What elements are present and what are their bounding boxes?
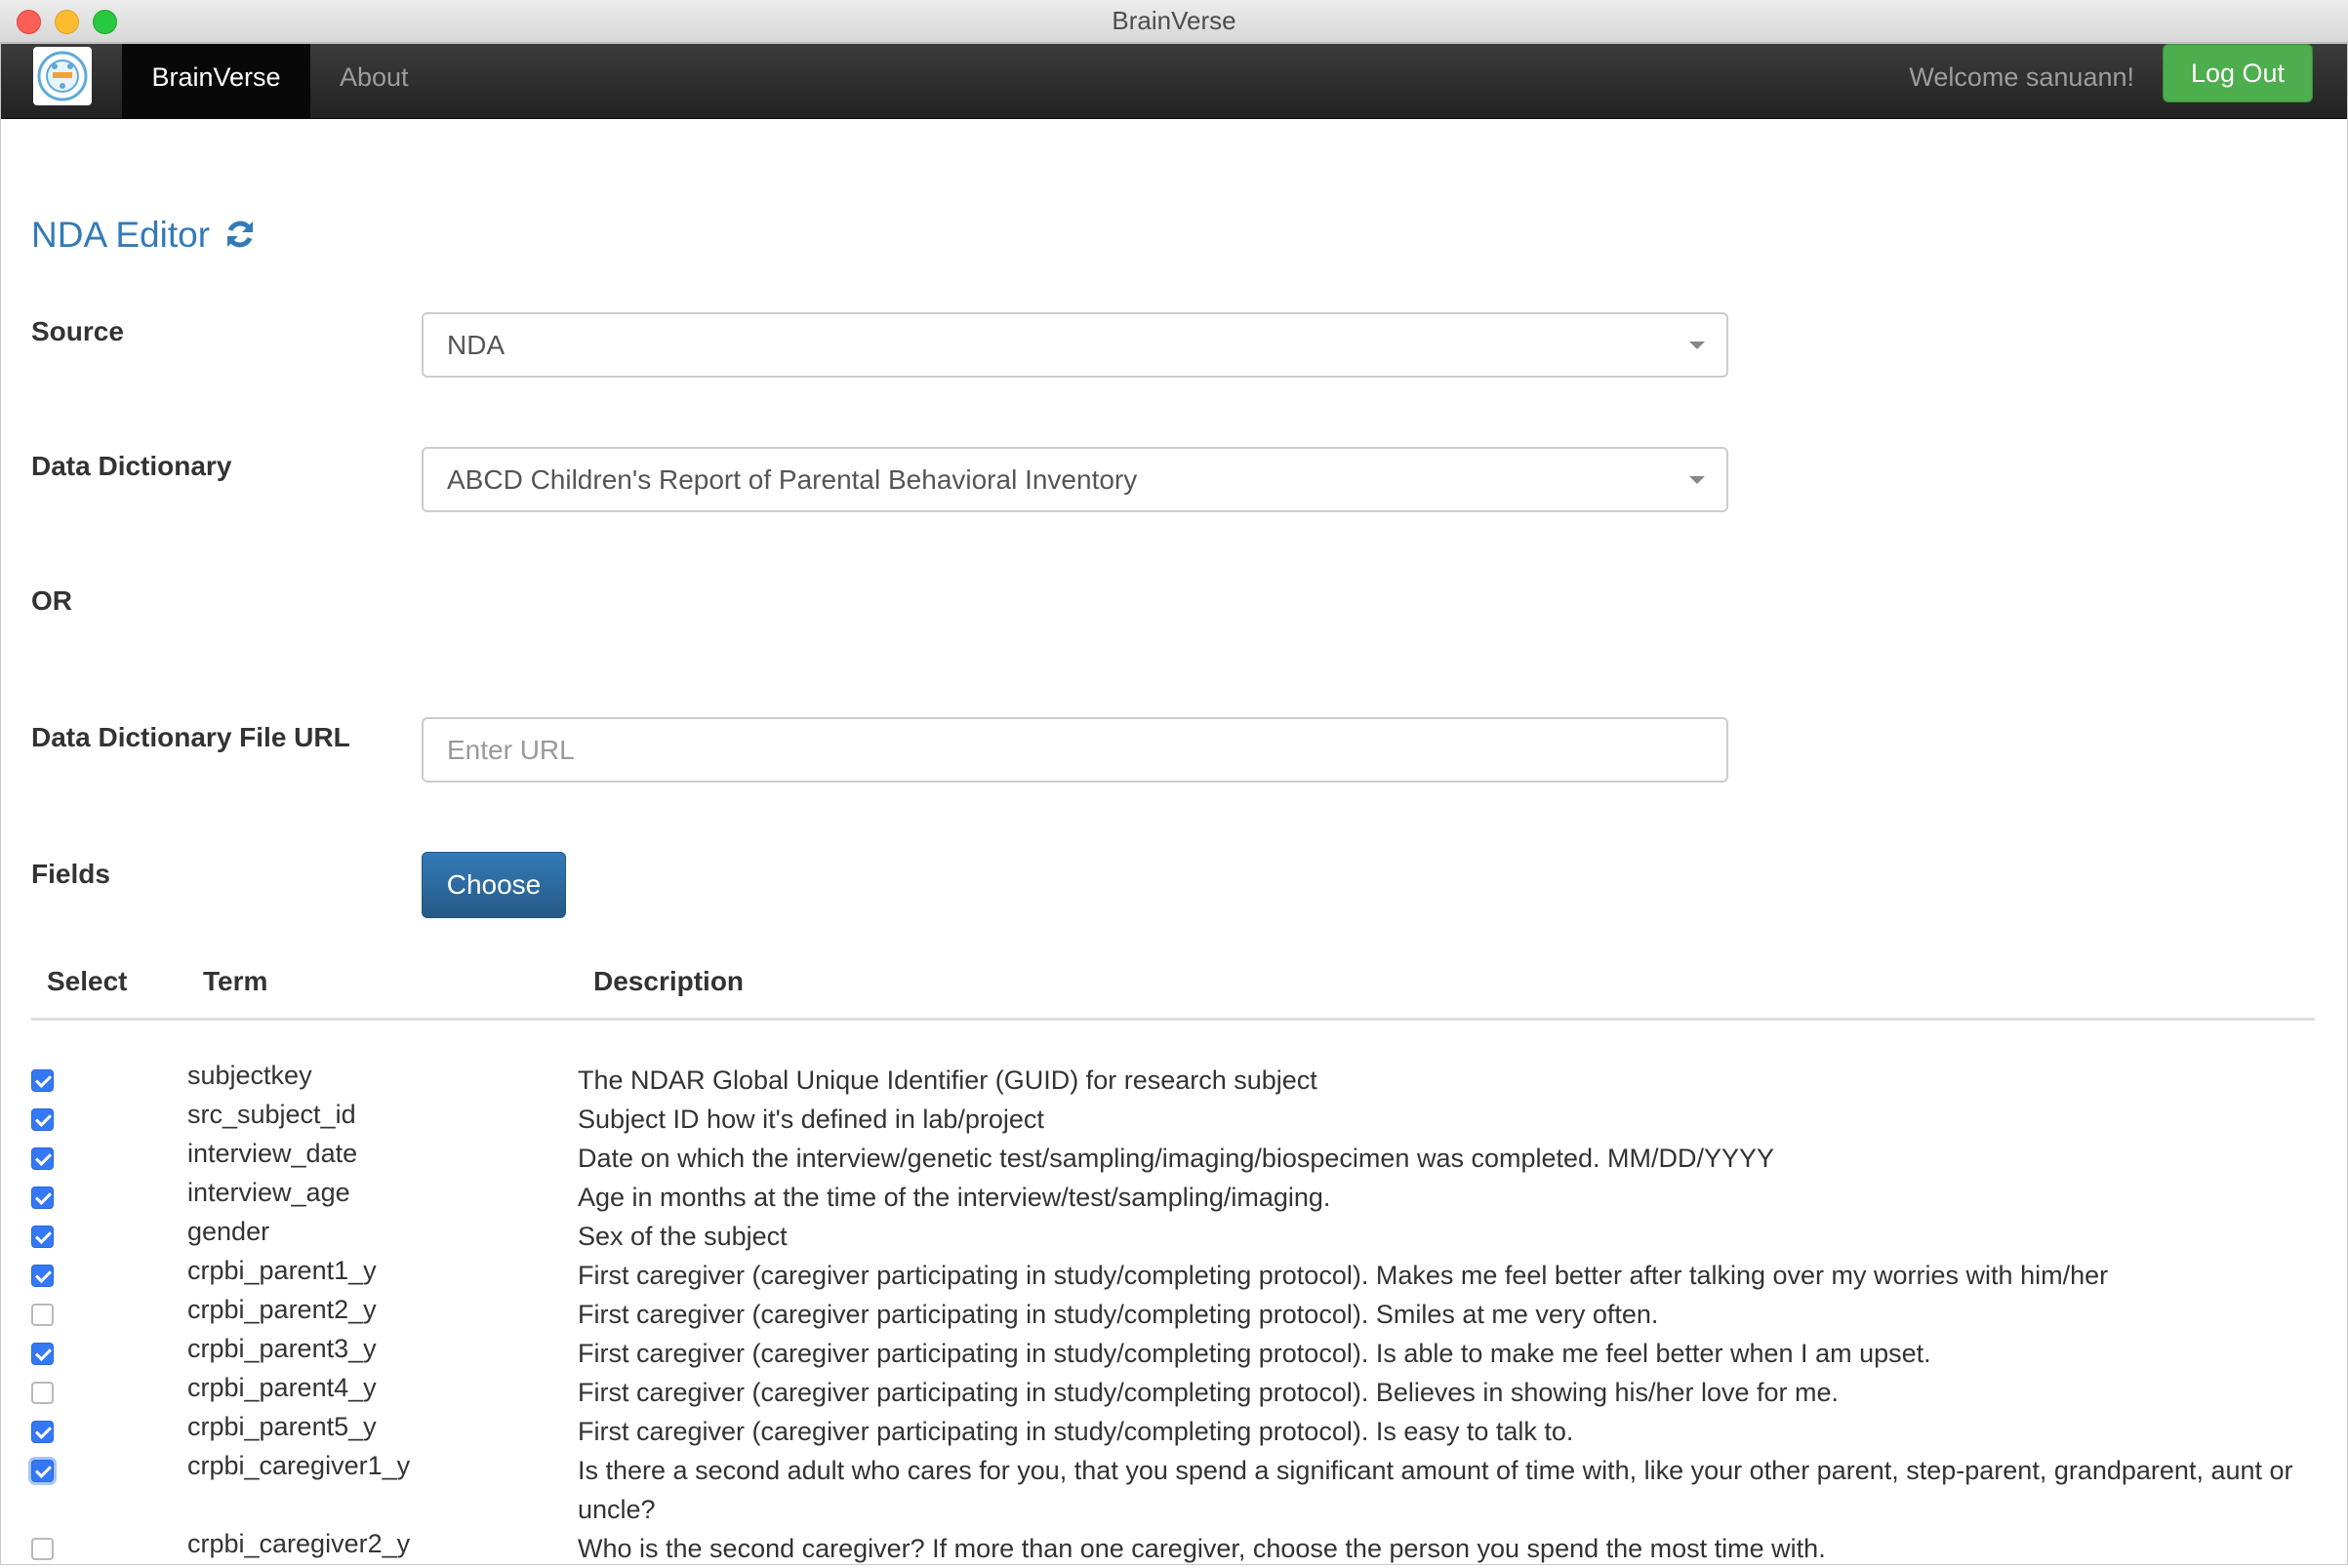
choose-fields-button[interactable]: Choose xyxy=(422,852,566,918)
row-description: Is there a second adult who cares for yo… xyxy=(578,1456,2293,1524)
welcome-text: Welcome sanuann! xyxy=(1909,62,2134,92)
row-select-checkbox[interactable] xyxy=(31,1069,54,1092)
row-select-checkbox[interactable] xyxy=(31,1226,54,1248)
row-term: crpbi_parent5_y xyxy=(187,1412,377,1441)
or-label: OR xyxy=(31,585,72,616)
row-select-checkbox[interactable] xyxy=(31,1147,54,1170)
row-term: crpbi_parent4_y xyxy=(187,1373,377,1402)
page-title: NDA Editor xyxy=(31,215,257,260)
row-description: First caregiver (caregiver participating… xyxy=(578,1339,1931,1368)
row-description: First caregiver (caregiver participating… xyxy=(578,1417,1574,1446)
top-navbar: BrainVerse About Welcome sanuann! Log Ou… xyxy=(0,43,2348,119)
data-dictionary-select-value: ABCD Children's Report of Parental Behav… xyxy=(447,464,1138,495)
row-term: crpbi_parent1_y xyxy=(187,1256,377,1285)
row-term: interview_age xyxy=(187,1178,350,1207)
fields-label: Fields xyxy=(31,859,110,889)
row-select-checkbox[interactable] xyxy=(31,1343,54,1365)
row-select-checkbox[interactable] xyxy=(31,1382,54,1404)
row-term: src_subject_id xyxy=(187,1100,356,1129)
column-header-description: Description xyxy=(593,966,745,996)
row-select-checkbox[interactable] xyxy=(31,1460,54,1482)
source-label: Source xyxy=(31,316,124,346)
row-select-checkbox[interactable] xyxy=(31,1108,54,1131)
column-header-term: Term xyxy=(203,966,268,996)
data-dictionary-label: Data Dictionary xyxy=(31,451,232,481)
row-description: Subject ID how it's defined in lab/proje… xyxy=(578,1105,1044,1134)
window-title: BrainVerse xyxy=(1112,6,1236,35)
data-dictionary-url-label: Data Dictionary File URL xyxy=(31,722,350,752)
row-description: Who is the second caregiver? If more tha… xyxy=(578,1534,1826,1563)
row-term: gender xyxy=(187,1217,270,1246)
table-header-divider xyxy=(31,1018,2315,1021)
logout-button[interactable]: Log Out xyxy=(2163,44,2313,102)
source-select[interactable]: NDA xyxy=(422,312,1728,378)
row-description: The NDAR Global Unique Identifier (GUID)… xyxy=(578,1065,1317,1095)
row-select-checkbox[interactable] xyxy=(31,1265,54,1287)
row-term: crpbi_parent2_y xyxy=(187,1295,377,1324)
row-select-checkbox[interactable] xyxy=(31,1304,54,1326)
window-titlebar: BrainVerse xyxy=(0,0,2348,43)
data-dictionary-select[interactable]: ABCD Children's Report of Parental Behav… xyxy=(422,447,1728,512)
row-select-checkbox[interactable] xyxy=(31,1538,54,1560)
page-title-text: NDA Editor xyxy=(31,215,211,255)
row-description: Age in months at the time of the intervi… xyxy=(578,1183,1331,1212)
row-description: Sex of the subject xyxy=(578,1222,788,1251)
row-term: crpbi_caregiver1_y xyxy=(187,1451,411,1480)
nav-brand-brainverse[interactable]: BrainVerse xyxy=(122,43,310,118)
source-select-value: NDA xyxy=(447,330,506,360)
nav-about-link[interactable]: About xyxy=(340,43,409,118)
url-input-placeholder: Enter URL xyxy=(447,735,575,765)
chevron-down-icon xyxy=(1689,476,1705,484)
row-description: Date on which the interview/genetic test… xyxy=(578,1144,1775,1173)
data-dictionary-url-input[interactable]: Enter URL xyxy=(422,717,1728,783)
row-term: crpbi_caregiver2_y xyxy=(187,1529,411,1558)
column-header-select: Select xyxy=(47,966,128,996)
row-term: interview_date xyxy=(187,1139,358,1168)
row-description: First caregiver (caregiver participating… xyxy=(578,1261,2109,1290)
chevron-down-icon xyxy=(1689,342,1705,349)
row-description: First caregiver (caregiver participating… xyxy=(578,1378,1840,1407)
row-term: crpbi_parent3_y xyxy=(187,1334,377,1363)
row-description: First caregiver (caregiver participating… xyxy=(578,1300,1659,1329)
reproin-logo-icon[interactable] xyxy=(33,47,92,105)
refresh-icon[interactable] xyxy=(223,218,257,260)
row-select-checkbox[interactable] xyxy=(31,1186,54,1209)
row-term: subjectkey xyxy=(187,1061,312,1090)
row-select-checkbox[interactable] xyxy=(31,1421,54,1443)
